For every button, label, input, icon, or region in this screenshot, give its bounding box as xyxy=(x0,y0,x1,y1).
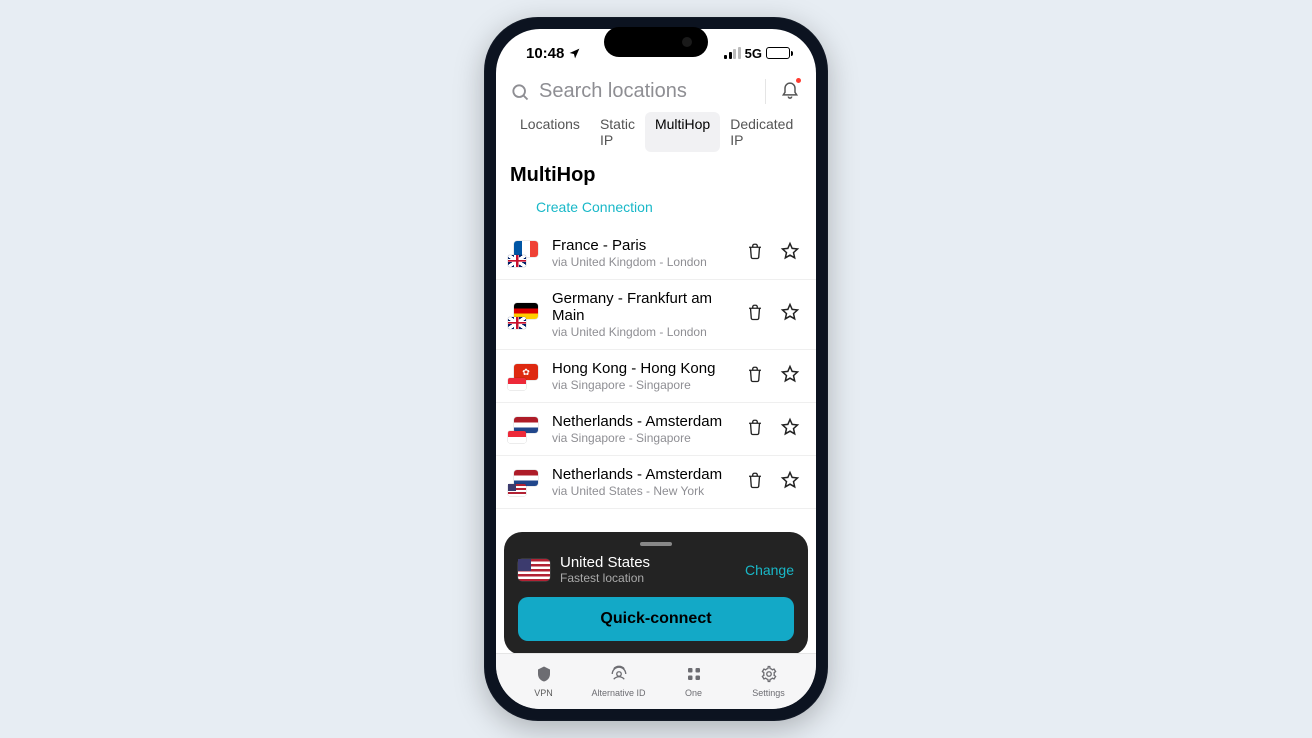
search-input[interactable]: Search locations xyxy=(510,80,755,103)
tabbar-label: VPN xyxy=(534,688,553,698)
one-icon xyxy=(685,665,703,685)
connection-row[interactable]: Germany - Frankfurt am Mainvia United Ki… xyxy=(496,280,816,350)
tab-multihop[interactable]: MultiHop xyxy=(645,112,720,152)
connection-via: via Singapore - Singapore xyxy=(552,431,734,445)
status-time: 10:48 xyxy=(526,45,564,62)
uk-flag-icon xyxy=(508,317,526,329)
connection-via: via Singapore - Singapore xyxy=(552,378,734,392)
favorite-button[interactable] xyxy=(780,470,800,495)
flag-pair xyxy=(510,303,540,327)
connection-row[interactable]: France - Parisvia United Kingdom - Londo… xyxy=(496,227,816,280)
filter-tabs: LocationsStatic IPMultiHopDedicated IP xyxy=(496,112,816,160)
bottom-tabbar: VPN Alternative ID One Settings xyxy=(496,653,816,709)
tabbar-vpn[interactable]: VPN xyxy=(508,665,580,698)
delete-button[interactable] xyxy=(746,365,764,388)
change-location-link[interactable]: Change xyxy=(745,562,794,578)
section-title: MultiHop xyxy=(496,160,816,193)
sheet-country: United States xyxy=(560,554,735,571)
battery-icon xyxy=(766,47,790,59)
us-flag-icon xyxy=(508,484,526,496)
signal-icon xyxy=(724,48,741,59)
flag-pair xyxy=(510,417,540,441)
search-row: Search locations xyxy=(496,77,816,112)
delete-button[interactable] xyxy=(746,471,764,494)
connection-title: France - Paris xyxy=(552,237,734,254)
connection-row[interactable]: Netherlands - Amsterdamvia Singapore - S… xyxy=(496,403,816,456)
location-icon xyxy=(568,47,581,60)
connection-row[interactable]: Netherlands - Amsterdamvia United States… xyxy=(496,456,816,509)
connection-title: Netherlands - Amsterdam xyxy=(552,466,734,483)
tab-static-ip[interactable]: Static IP xyxy=(590,112,645,152)
favorite-button[interactable] xyxy=(780,364,800,389)
tabbar-alternative-id[interactable]: Alternative ID xyxy=(583,665,655,698)
flag-pair xyxy=(510,241,540,265)
tab-dedicated-ip[interactable]: Dedicated IP xyxy=(720,112,803,152)
connection-via: via United Kingdom - London xyxy=(552,255,734,269)
connection-title: Hong Kong - Hong Kong xyxy=(552,360,734,377)
create-connection-link[interactable]: Create Connection xyxy=(496,193,816,227)
dynamic-island xyxy=(604,27,708,57)
favorite-button[interactable] xyxy=(780,241,800,266)
delete-button[interactable] xyxy=(746,242,764,265)
connection-title: Germany - Frankfurt am Main xyxy=(552,290,734,324)
quick-connect-sheet[interactable]: United States Fastest location Change Qu… xyxy=(504,532,808,655)
connection-row[interactable]: Hong Kong - Hong Kongvia Singapore - Sin… xyxy=(496,350,816,403)
sheet-handle[interactable] xyxy=(640,542,672,546)
connection-title: Netherlands - Amsterdam xyxy=(552,413,734,430)
favorite-button[interactable] xyxy=(780,302,800,327)
flag-pair xyxy=(510,364,540,388)
delete-button[interactable] xyxy=(746,418,764,441)
search-icon xyxy=(510,82,530,102)
notifications-button[interactable] xyxy=(765,79,800,104)
delete-button[interactable] xyxy=(746,303,764,326)
alternative-id-icon xyxy=(610,665,628,685)
quick-connect-button[interactable]: Quick-connect xyxy=(518,597,794,641)
tab-locations[interactable]: Locations xyxy=(510,112,590,152)
uk-flag-icon xyxy=(508,255,526,267)
favorite-button[interactable] xyxy=(780,417,800,442)
notification-dot xyxy=(796,78,801,83)
connection-via: via United Kingdom - London xyxy=(552,325,734,339)
vpn-icon xyxy=(535,665,553,685)
sheet-subtitle: Fastest location xyxy=(560,571,735,585)
sg-flag-icon xyxy=(508,431,526,443)
search-placeholder: Search locations xyxy=(539,80,687,103)
tabbar-label: Settings xyxy=(752,688,785,698)
settings-icon xyxy=(760,665,778,685)
us-flag-icon xyxy=(518,559,550,581)
tabbar-label: Alternative ID xyxy=(591,688,645,698)
connection-via: via United States - New York xyxy=(552,484,734,498)
network-label: 5G xyxy=(745,46,762,61)
tabbar-settings[interactable]: Settings xyxy=(733,665,805,698)
flag-pair xyxy=(510,470,540,494)
sg-flag-icon xyxy=(508,378,526,390)
tabbar-label: One xyxy=(685,688,702,698)
screen: 10:48 5G Search locations LocationsStati… xyxy=(496,29,816,709)
tabbar-one[interactable]: One xyxy=(658,665,730,698)
phone-frame: 10:48 5G Search locations LocationsStati… xyxy=(484,17,828,721)
